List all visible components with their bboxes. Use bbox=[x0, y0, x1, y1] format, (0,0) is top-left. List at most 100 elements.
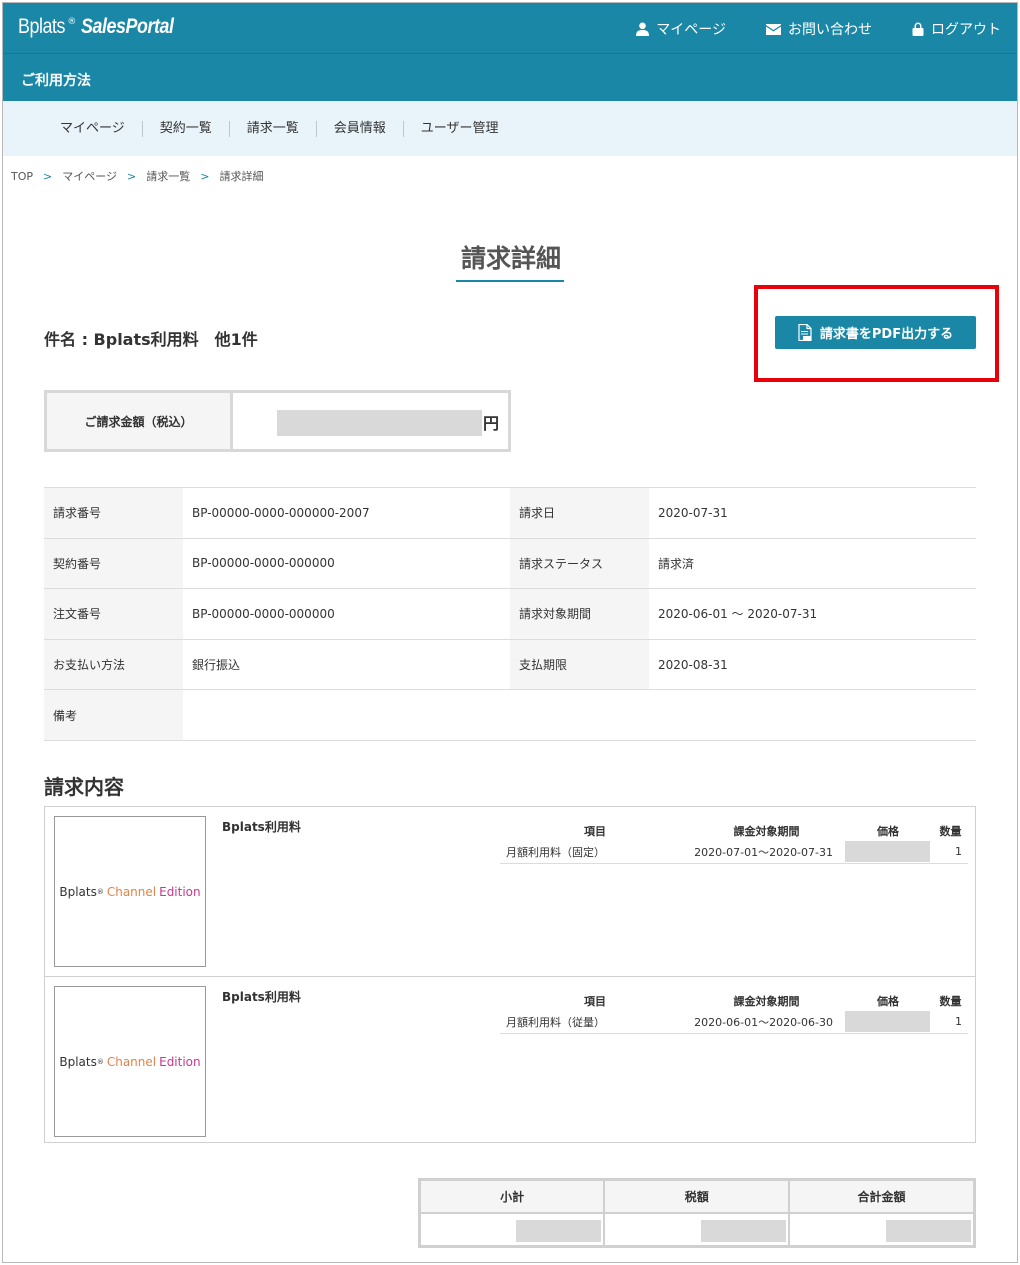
detail-value bbox=[183, 689, 976, 741]
detail-value: BP-00000-0000-000000-2007 bbox=[183, 487, 510, 539]
chevron-right-icon: > bbox=[127, 169, 137, 183]
product-name: Bplats利用料 bbox=[222, 820, 301, 834]
col-total: 合計金額 bbox=[788, 1178, 976, 1214]
invoice-subject: 件名 : Bplats利用料 他1件 bbox=[44, 330, 258, 349]
col-period: 課金対象期間 bbox=[733, 825, 800, 838]
menu-item-mypage[interactable]: マイページ bbox=[43, 120, 143, 137]
table-row: お支払い方法 銀行振込 支払期限 2020-08-31 bbox=[44, 638, 976, 690]
line-item: 月額利用料（固定） bbox=[500, 841, 690, 864]
nav-mypage-label: マイページ bbox=[656, 22, 726, 38]
product-name: Bplats利用料 bbox=[222, 990, 301, 1004]
table-header-row: 項目 課金対象期間 価格 数量 bbox=[500, 991, 968, 1011]
chevron-right-icon: > bbox=[200, 169, 210, 183]
nav-logout-label: ログアウト bbox=[931, 22, 1001, 38]
detail-key: お支払い方法 bbox=[44, 638, 183, 690]
list-item: Bplats ® Channel Edition Bplats利用料 項目 課金対象期… bbox=[45, 976, 975, 1144]
product-lines-table: 項目 課金対象期間 価格 数量 月額利用料（固定） 2020-07-01～202… bbox=[500, 821, 968, 864]
nav-mypage[interactable]: マイページ bbox=[636, 19, 726, 39]
col-subtotal: 小計 bbox=[418, 1178, 606, 1214]
app-window: Bplats ® SalesPortal マイページ お問い合わせ ログアウト … bbox=[2, 2, 1018, 1263]
page-title: 請求詳細 bbox=[460, 244, 561, 273]
export-pdf-label: 請求書をPDF出力する bbox=[819, 327, 954, 342]
thumb-word1: Channel bbox=[106, 1054, 157, 1069]
breadcrumb-invoices[interactable]: 請求一覧 bbox=[146, 168, 190, 184]
detail-key: 注文番号 bbox=[44, 588, 183, 640]
invoice-items: Bplats ® Channel Edition Bplats利用料 項目 課金対象期… bbox=[44, 806, 976, 1143]
total-value bbox=[788, 1211, 976, 1248]
nav-contact-label: お問い合わせ bbox=[788, 22, 872, 38]
detail-key: 請求対象期間 bbox=[510, 588, 649, 640]
detail-key: 請求日 bbox=[510, 487, 649, 539]
thumb-brand: Bplats bbox=[59, 1054, 97, 1069]
menu-item-user-management[interactable]: ユーザー管理 bbox=[404, 121, 516, 137]
thumb-mark: ® bbox=[96, 1057, 104, 1066]
logo-registered-mark: ® bbox=[67, 17, 77, 27]
line-qty: 1 bbox=[933, 1011, 968, 1034]
table-row: 月額利用料（従量） 2020-06-01～2020-06-30 1 bbox=[500, 1011, 968, 1034]
redacted-tax bbox=[701, 1219, 787, 1242]
detail-value: 請求済 bbox=[649, 537, 976, 589]
col-period: 課金対象期間 bbox=[733, 995, 800, 1008]
table-row: 注文番号 BP-00000-0000-000000 請求対象期間 2020-06… bbox=[44, 588, 976, 640]
col-qty: 数量 bbox=[939, 825, 962, 838]
table-row bbox=[418, 1211, 976, 1248]
detail-key: 契約番号 bbox=[44, 537, 183, 589]
detail-key: 請求番号 bbox=[44, 487, 183, 539]
line-qty: 1 bbox=[933, 841, 968, 864]
breadcrumb: TOP > マイページ > 請求一覧 > 請求詳細 bbox=[11, 168, 263, 184]
product-lines-table: 項目 課金対象期間 価格 数量 月額利用料（従量） 2020-06-01～202… bbox=[500, 991, 968, 1034]
breadcrumb-mypage[interactable]: マイページ bbox=[62, 168, 117, 184]
breadcrumb-current: 請求詳細 bbox=[219, 170, 264, 183]
title-underline bbox=[456, 280, 564, 282]
detail-value: 2020-07-31 bbox=[649, 487, 976, 539]
nav-contact[interactable]: お問い合わせ bbox=[766, 19, 872, 39]
invoice-amount-box: ご請求金額（税込） 円 bbox=[44, 390, 511, 452]
thumb-word1: Channel bbox=[106, 884, 157, 899]
main-menu: マイページ 契約一覧 請求一覧 会員情報 ユーザー管理 bbox=[3, 101, 1017, 156]
top-header: Bplats ® SalesPortal マイページ お問い合わせ ログアウト bbox=[3, 3, 1017, 53]
product-thumbnail: Bplats ® Channel Edition bbox=[54, 816, 206, 967]
table-row: 備考 bbox=[44, 689, 976, 741]
logo-brand: Bplats bbox=[18, 15, 66, 38]
help-link[interactable]: ご利用方法 bbox=[3, 53, 1017, 101]
detail-key: 備考 bbox=[44, 689, 183, 741]
user-icon bbox=[636, 22, 650, 36]
amount-label: ご請求金額（税込） bbox=[47, 393, 233, 449]
detail-key: 請求ステータス bbox=[510, 537, 649, 589]
line-price bbox=[843, 841, 933, 864]
thumb-word2: Edition bbox=[159, 884, 201, 899]
line-period: 2020-06-01～2020-06-30 bbox=[690, 1011, 843, 1034]
export-pdf-button[interactable]: 請求書をPDF出力する bbox=[775, 316, 976, 349]
product-thumbnail: Bplats ® Channel Edition bbox=[54, 986, 206, 1137]
thumb-mark: ® bbox=[96, 887, 104, 896]
top-nav: マイページ お問い合わせ ログアウト bbox=[636, 19, 1001, 39]
pdf-file-icon bbox=[798, 324, 812, 341]
detail-value: 銀行振込 bbox=[183, 638, 510, 690]
redacted-total bbox=[886, 1219, 971, 1242]
detail-value: BP-00000-0000-000000 bbox=[183, 588, 510, 640]
mail-icon bbox=[766, 23, 781, 35]
table-header-row: 項目 課金対象期間 価格 数量 bbox=[500, 821, 968, 841]
table-row: 契約番号 BP-00000-0000-000000 請求ステータス 請求済 bbox=[44, 537, 976, 589]
col-qty: 数量 bbox=[939, 995, 962, 1008]
tax-value bbox=[603, 1211, 791, 1248]
table-header-row: 小計 税額 合計金額 bbox=[418, 1178, 976, 1214]
breadcrumb-top[interactable]: TOP bbox=[11, 170, 33, 183]
redacted-price bbox=[845, 1011, 930, 1033]
nav-logout[interactable]: ログアウト bbox=[912, 19, 1001, 39]
logo[interactable]: Bplats ® SalesPortal bbox=[18, 15, 190, 39]
section-title: 請求内容 bbox=[44, 775, 124, 799]
subtotal-value bbox=[418, 1211, 606, 1248]
detail-value: BP-00000-0000-000000 bbox=[183, 537, 510, 589]
redacted-subtotal bbox=[516, 1219, 602, 1242]
col-tax: 税額 bbox=[603, 1178, 791, 1214]
detail-key: 支払期限 bbox=[510, 638, 649, 690]
chevron-right-icon: > bbox=[43, 169, 53, 183]
menu-item-member-info[interactable]: 会員情報 bbox=[317, 120, 404, 137]
table-row: 月額利用料（固定） 2020-07-01～2020-07-31 1 bbox=[500, 841, 968, 864]
menu-item-invoices[interactable]: 請求一覧 bbox=[230, 120, 317, 137]
thumb-brand: Bplats bbox=[59, 884, 97, 899]
col-item: 項目 bbox=[584, 995, 606, 1008]
totals-table: 小計 税額 合計金額 bbox=[418, 1178, 976, 1248]
menu-item-contracts[interactable]: 契約一覧 bbox=[143, 120, 230, 137]
